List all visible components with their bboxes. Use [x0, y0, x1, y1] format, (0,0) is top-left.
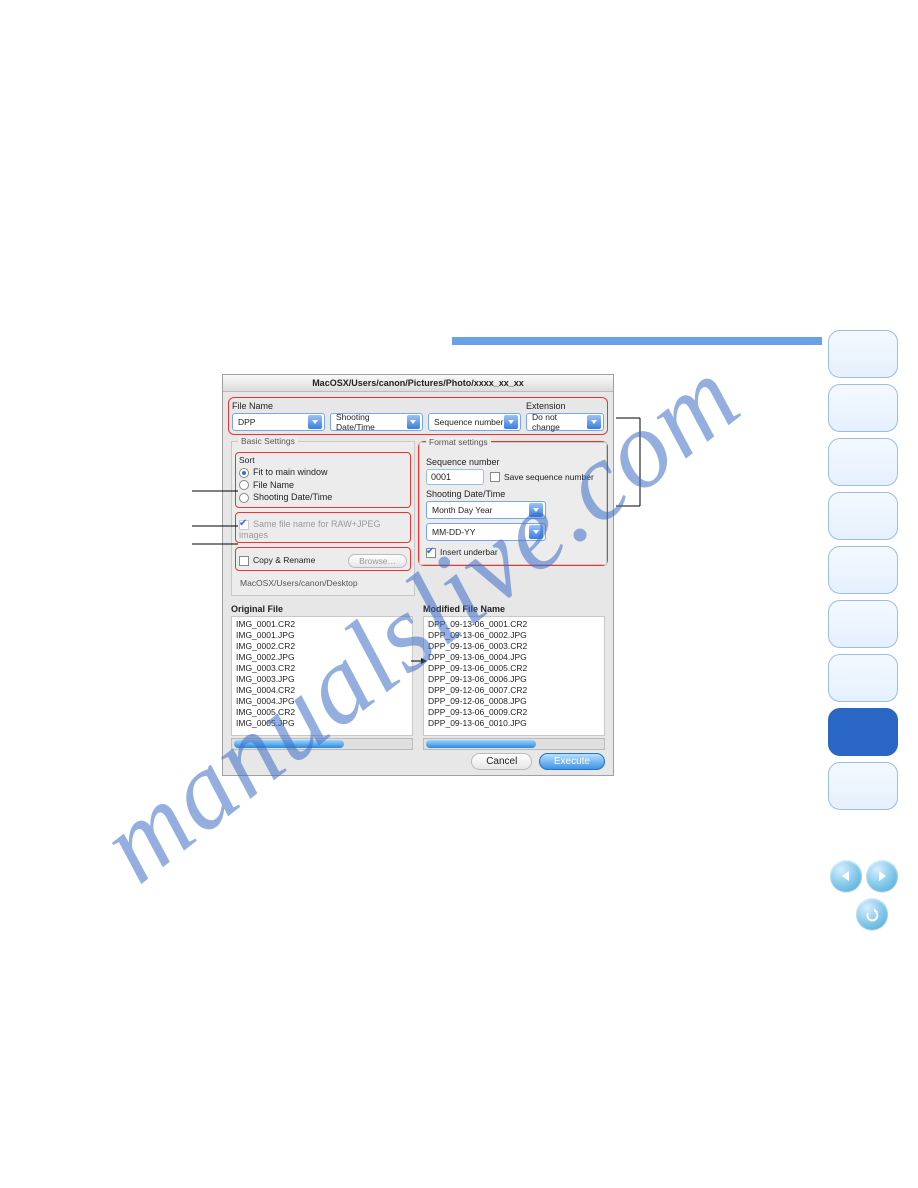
- modified-file-list[interactable]: DPP_09-13-06_0001.CR2DPP_09-13-06_0002.J…: [423, 616, 605, 736]
- copy-highlight: Copy & Rename Browse…: [235, 547, 411, 571]
- prev-page-button[interactable]: [830, 860, 862, 892]
- radio-icon: [239, 480, 249, 490]
- filename-label: File Name: [232, 401, 521, 411]
- list-item[interactable]: DPP_09-13-06_0001.CR2: [428, 619, 600, 630]
- list-item[interactable]: DPP_09-13-06_0003.CR2: [428, 641, 600, 652]
- list-item[interactable]: IMG_0005.JPG: [236, 718, 408, 729]
- nav-card-4[interactable]: [828, 492, 898, 540]
- list-item[interactable]: DPP_09-12-06_0007.CR2: [428, 685, 600, 696]
- sort-label: Sort: [239, 455, 407, 465]
- save-sequence-label: Save sequence number: [504, 472, 594, 482]
- sequence-input[interactable]: 0001: [426, 469, 484, 485]
- browse-button[interactable]: Browse…: [348, 554, 407, 568]
- section-top-bar: [452, 337, 822, 345]
- nav-card-5[interactable]: [828, 546, 898, 594]
- rename-dialog: MacOSX/Users/canon/Pictures/Photo/xxxx_x…: [222, 374, 614, 776]
- shooting-date-label: Shooting Date/Time: [426, 489, 600, 499]
- list-item[interactable]: IMG_0003.CR2: [236, 663, 408, 674]
- chevron-down-icon: [407, 415, 420, 429]
- list-item[interactable]: IMG_0005.CR2: [236, 707, 408, 718]
- scrollbar[interactable]: [423, 738, 605, 750]
- sort-highlight: Sort Fit to main window File Name Shooti…: [235, 452, 411, 508]
- nav-card-3[interactable]: [828, 438, 898, 486]
- checkbox-icon[interactable]: [490, 472, 500, 482]
- nav-card-6[interactable]: [828, 600, 898, 648]
- nav-card-8[interactable]: [828, 708, 898, 756]
- nav-card-7[interactable]: [828, 654, 898, 702]
- list-item[interactable]: IMG_0004.CR2: [236, 685, 408, 696]
- list-item[interactable]: DPP_09-13-06_0009.CR2: [428, 707, 600, 718]
- list-item[interactable]: DPP_09-13-06_0005.CR2: [428, 663, 600, 674]
- dialog-title: MacOSX/Users/canon/Pictures/Photo/xxxx_x…: [223, 375, 613, 392]
- list-item[interactable]: DPP_09-13-06_0010.JPG: [428, 718, 600, 729]
- sequence-label: Sequence number: [426, 457, 600, 467]
- list-item[interactable]: IMG_0004.JPG: [236, 696, 408, 707]
- nav-card-2[interactable]: [828, 384, 898, 432]
- list-item[interactable]: DPP_09-12-06_0008.JPG: [428, 696, 600, 707]
- format-settings-legend: Format settings: [426, 437, 491, 447]
- list-item[interactable]: IMG_0002.JPG: [236, 652, 408, 663]
- samefile-highlight: Same file name for RAW+JPEG images: [235, 512, 411, 543]
- filename-select-3[interactable]: Sequence number: [428, 413, 521, 431]
- list-item[interactable]: IMG_0003.JPG: [236, 674, 408, 685]
- checkbox-icon: [239, 520, 249, 530]
- next-page-button[interactable]: [866, 860, 898, 892]
- list-item[interactable]: IMG_0001.CR2: [236, 619, 408, 630]
- execute-button[interactable]: Execute: [539, 753, 605, 770]
- nav-card-9[interactable]: [828, 762, 898, 810]
- radio-icon: [239, 493, 249, 503]
- chevron-down-icon: [529, 525, 543, 539]
- checkbox-icon[interactable]: [426, 548, 436, 558]
- scrollbar[interactable]: [231, 738, 413, 750]
- copy-rename-checkbox-label: Copy & Rename: [253, 555, 315, 565]
- original-file-list[interactable]: IMG_0001.CR2IMG_0001.JPGIMG_0002.CR2IMG_…: [231, 616, 413, 736]
- nav-card-1[interactable]: [828, 330, 898, 378]
- sort-filename-radio[interactable]: File Name: [239, 480, 407, 491]
- cancel-button[interactable]: Cancel: [471, 753, 532, 770]
- modified-file-header: Modified File Name: [423, 604, 605, 614]
- destination-path: MacOSX/Users/canon/Desktop: [238, 575, 408, 591]
- chevron-down-icon: [308, 415, 322, 429]
- return-button[interactable]: [856, 898, 888, 930]
- filename-select-1[interactable]: DPP: [232, 413, 325, 431]
- extension-select[interactable]: Do not change: [526, 413, 604, 431]
- date-format-select[interactable]: MM-DD-YY: [426, 523, 546, 541]
- list-item[interactable]: IMG_0002.CR2: [236, 641, 408, 652]
- side-nav: [828, 330, 898, 810]
- filename-select-2[interactable]: Shooting Date/Time: [330, 413, 423, 431]
- list-item[interactable]: DPP_09-13-06_0004.JPG: [428, 652, 600, 663]
- sort-date-radio[interactable]: Shooting Date/Time: [239, 492, 407, 503]
- insert-underbar-label: Insert underbar: [440, 547, 498, 557]
- radio-icon: [239, 468, 249, 478]
- checkbox-icon[interactable]: [239, 556, 249, 566]
- list-item[interactable]: DPP_09-13-06_0006.JPG: [428, 674, 600, 685]
- chevron-down-icon: [504, 415, 518, 429]
- chevron-down-icon: [587, 415, 601, 429]
- original-file-header: Original File: [231, 604, 413, 614]
- sort-fit-radio[interactable]: Fit to main window: [239, 467, 407, 478]
- extension-label: Extension: [526, 401, 604, 411]
- filename-highlight: File Name DPP Shooting Date/Time Sequenc…: [228, 397, 608, 435]
- list-item[interactable]: DPP_09-13-06_0002.JPG: [428, 630, 600, 641]
- date-order-select[interactable]: Month Day Year: [426, 501, 546, 519]
- chevron-down-icon: [529, 503, 543, 517]
- same-file-checkbox-label: Same file name for RAW+JPEG images: [239, 519, 380, 540]
- basic-settings-legend: Basic Settings: [238, 436, 298, 446]
- list-item[interactable]: IMG_0001.JPG: [236, 630, 408, 641]
